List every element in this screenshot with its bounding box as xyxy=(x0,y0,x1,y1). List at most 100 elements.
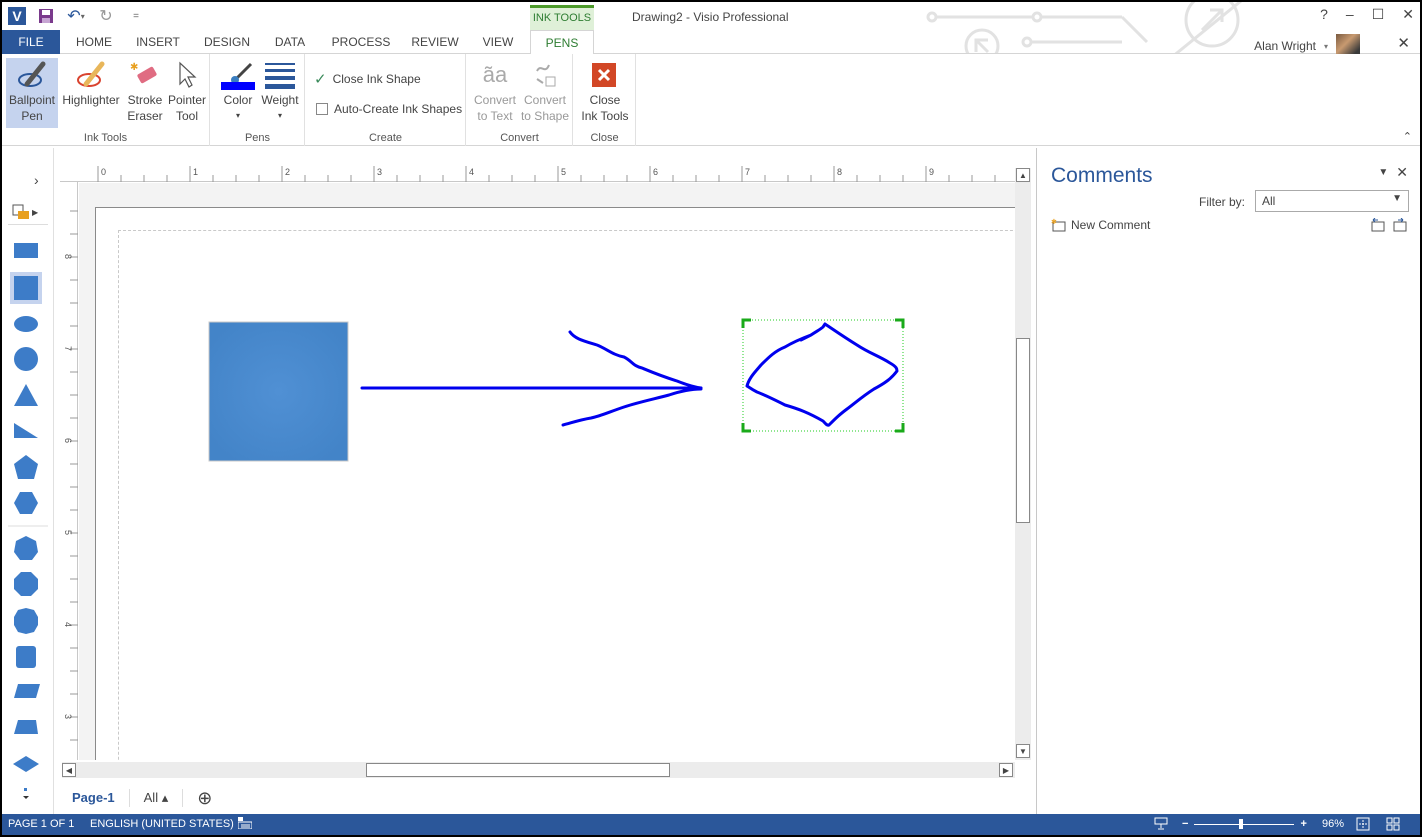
comments-pane: Comments ▼ ✕ Filter by: All ▼ ✱ New Comm… xyxy=(1036,148,1420,814)
save-icon[interactable] xyxy=(36,6,56,26)
zoom-level[interactable]: 96% xyxy=(1322,818,1344,830)
macro-recording-icon[interactable] xyxy=(237,817,253,832)
previous-comment-icon[interactable] xyxy=(1370,218,1386,232)
page-number-status[interactable]: PAGE 1 OF 1 xyxy=(8,818,74,830)
highlighter-icon xyxy=(60,58,122,92)
decagon-shape xyxy=(14,608,38,634)
scroll-left-icon[interactable]: ◀ xyxy=(62,763,76,777)
parallelogram-shape xyxy=(14,684,40,698)
weight-button[interactable]: Weight ▾ xyxy=(259,58,301,124)
fit-page-icon[interactable] xyxy=(1356,817,1370,834)
ballpoint-pen-button[interactable]: Ballpoint Pen xyxy=(6,58,58,128)
switch-windows-icon[interactable] xyxy=(1386,817,1400,834)
tab-review[interactable]: REVIEW xyxy=(406,30,464,54)
ruler-label: 4 xyxy=(469,167,474,177)
zoom-knob[interactable] xyxy=(1239,818,1244,829)
user-name: Alan Wright xyxy=(1254,39,1316,53)
visio-window: V ↶ ▾ ↻ = Drawing2 - Visio Professional ?… xyxy=(2,2,1420,835)
convert-to-shape-button[interactable]: Convert to Shape xyxy=(519,58,571,124)
zoom-slider[interactable]: − + xyxy=(1182,818,1307,830)
undo-icon[interactable]: ↶ ▾ xyxy=(66,6,86,26)
more-shapes-indicator xyxy=(24,788,27,791)
filter-dropdown[interactable]: All ▼ xyxy=(1255,190,1409,212)
ink-arrow-head-lower xyxy=(561,387,703,427)
ruler-label: 3 xyxy=(377,167,382,177)
group-label: Close xyxy=(590,132,619,144)
comment-navigation xyxy=(1370,218,1408,232)
comments-title: Comments xyxy=(1051,164,1153,187)
language-status[interactable]: ENGLISH (UNITED STATES) xyxy=(90,818,234,830)
next-comment-icon[interactable] xyxy=(1392,218,1408,232)
tab-insert[interactable]: INSERT xyxy=(130,30,186,54)
pointer-tool-button[interactable]: Pointer Tool xyxy=(166,58,208,124)
stroke-eraser-button[interactable]: ✱ Stroke Eraser xyxy=(124,58,166,124)
ruler-label: 6 xyxy=(653,167,658,177)
chevron-down-icon: ▼ xyxy=(1392,193,1402,204)
scroll-right-icon[interactable]: ▶ xyxy=(999,763,1013,777)
ribbon-tabs: FILE HOME INSERT DESIGN DATA PROCESS REV… xyxy=(2,30,1420,55)
add-page-icon[interactable]: ⊕ xyxy=(183,789,226,807)
tab-view[interactable]: VIEW xyxy=(476,30,520,54)
close-pane-icon[interactable]: ✕ xyxy=(1396,164,1408,182)
zoom-in-icon[interactable]: + xyxy=(1300,818,1306,830)
vertical-scroll-thumb[interactable] xyxy=(1016,338,1030,523)
octagon-shape xyxy=(14,572,38,596)
pane-options-icon[interactable]: ▼ xyxy=(1378,164,1388,182)
ruler-label: 1 xyxy=(193,167,198,177)
close-ink-shape-toggle[interactable]: ✓ Close Ink Shape xyxy=(314,70,421,88)
ruler-label: 5 xyxy=(561,167,566,177)
pointer-icon xyxy=(166,58,208,92)
minimize-icon[interactable]: – xyxy=(1346,6,1354,23)
close-icon[interactable]: ✕ xyxy=(1402,6,1414,23)
close-document-icon[interactable]: ✕ xyxy=(1397,34,1410,52)
drawing-canvas[interactable] xyxy=(79,183,1015,760)
status-bar: PAGE 1 OF 1 ENGLISH (UNITED STATES) − + … xyxy=(2,814,1420,835)
triangle-shape xyxy=(14,384,38,406)
zoom-track[interactable] xyxy=(1194,818,1295,829)
filter-label: Filter by: xyxy=(1199,195,1246,209)
checkmark-icon: ✓ xyxy=(314,71,327,88)
ellipse-shape xyxy=(14,316,38,332)
collapse-ribbon-icon[interactable]: ⌃ xyxy=(1403,130,1412,143)
circle-shape xyxy=(14,347,38,371)
pentagon-shape xyxy=(14,455,38,479)
hexagon-shape xyxy=(14,492,38,514)
checkbox[interactable] xyxy=(316,103,328,115)
color-button[interactable]: Color ▾ xyxy=(219,58,257,124)
group-ink-tools: Ballpoint Pen Highlighter ✱ Stroke Erase… xyxy=(2,54,210,146)
redo-icon[interactable]: ↻ xyxy=(96,6,116,26)
help-icon[interactable]: ? xyxy=(1320,6,1328,23)
rectangle-shape xyxy=(14,243,38,258)
ruler-label: 2 xyxy=(285,167,290,177)
group-label: Ink Tools xyxy=(83,132,128,144)
customize-qat-icon[interactable]: = xyxy=(126,6,146,26)
ruler-label: 0 xyxy=(101,167,106,177)
new-comment-button[interactable]: ✱ New Comment xyxy=(1051,218,1150,232)
horizontal-scrollbar[interactable]: ◀ ▶ xyxy=(62,762,1015,778)
highlighter-button[interactable]: Highlighter xyxy=(60,58,122,108)
maximize-icon[interactable]: ☐ xyxy=(1372,6,1385,23)
page-tab-page-1[interactable]: Page-1 xyxy=(54,789,130,807)
group-close: Close Ink Tools Close xyxy=(574,54,636,146)
vertical-scrollbar[interactable]: ▲ ▼ xyxy=(1015,168,1031,760)
all-pages-button[interactable]: All ▴ xyxy=(130,789,184,807)
ruler-label: 7 xyxy=(745,167,750,177)
zoom-out-icon[interactable]: − xyxy=(1182,818,1188,830)
tab-home[interactable]: HOME xyxy=(68,30,120,54)
convert-to-text-button[interactable]: a͂a Convert to Text xyxy=(471,58,519,124)
eraser-icon: ✱ xyxy=(124,58,166,92)
new-comment-icon: ✱ xyxy=(1051,218,1066,232)
tab-process[interactable]: PROCESS xyxy=(328,30,394,54)
tab-data[interactable]: DATA xyxy=(268,30,312,54)
auto-create-ink-shapes-checkbox[interactable]: Auto-Create Ink Shapes xyxy=(316,102,462,116)
close-ink-tools-button[interactable]: Close Ink Tools xyxy=(578,58,632,124)
visio-logo-icon[interactable]: V xyxy=(8,7,26,25)
scroll-up-icon[interactable]: ▲ xyxy=(1016,168,1030,182)
horizontal-scroll-thumb[interactable] xyxy=(366,763,670,777)
presentation-mode-icon[interactable] xyxy=(1154,817,1168,833)
tab-pens[interactable]: PENS xyxy=(530,30,594,55)
scroll-down-icon[interactable]: ▼ xyxy=(1016,744,1030,758)
tab-file[interactable]: FILE xyxy=(2,30,60,54)
group-label: Convert xyxy=(500,132,539,144)
tab-design[interactable]: DESIGN xyxy=(198,30,256,54)
